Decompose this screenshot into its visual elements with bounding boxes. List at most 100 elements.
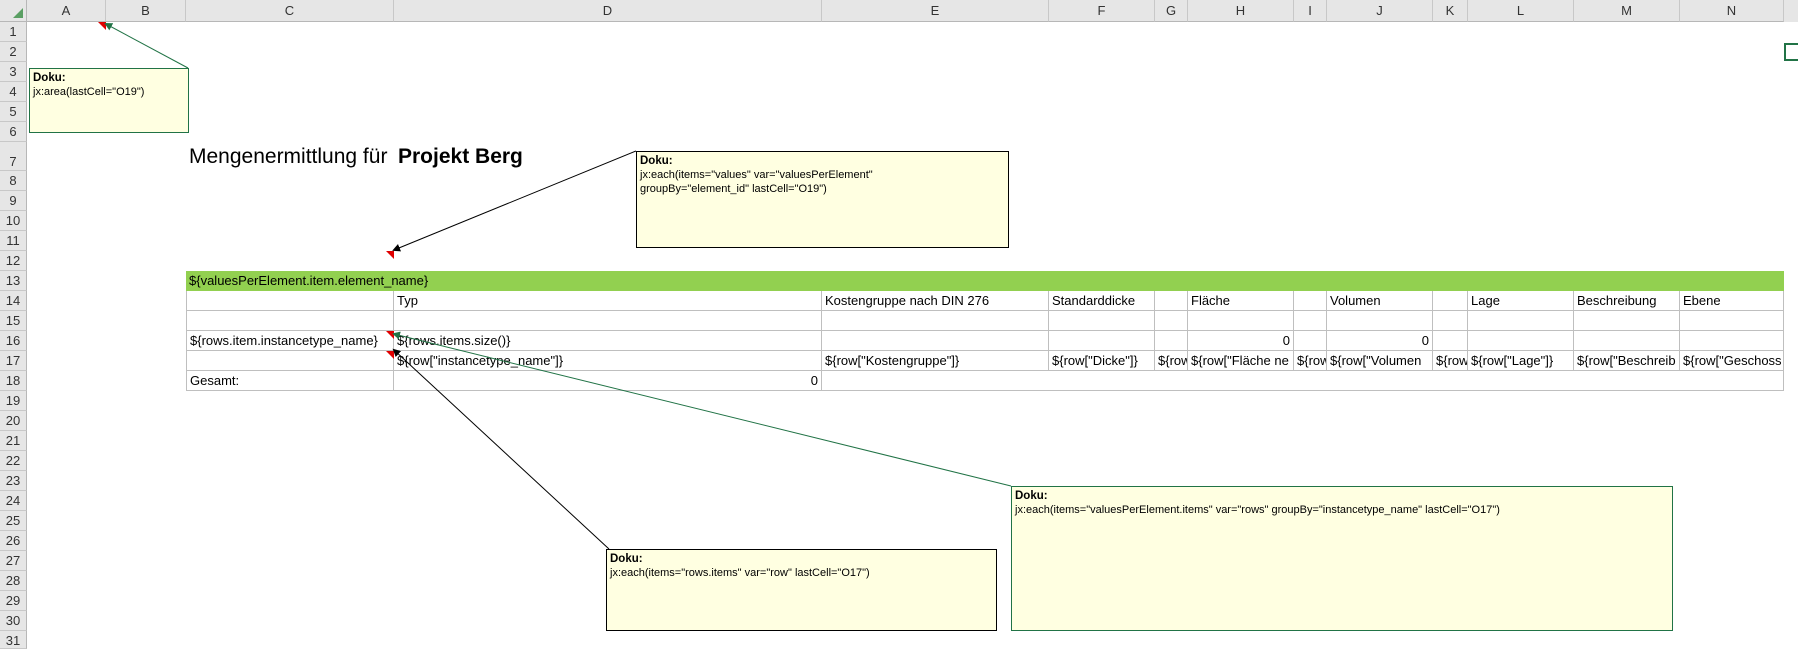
cell-k16[interactable] xyxy=(1433,331,1468,351)
cell-row18-rest[interactable] xyxy=(822,371,1784,391)
cell-g14[interactable] xyxy=(1155,291,1188,311)
column-header-n[interactable]: N xyxy=(1680,0,1784,22)
cell-i16[interactable] xyxy=(1294,331,1327,351)
row-header-18[interactable]: 18 xyxy=(0,371,27,391)
cell-e16[interactable] xyxy=(822,331,1049,351)
comment-marker-c16[interactable] xyxy=(386,331,394,339)
cell-gesamt-value[interactable]: 0 xyxy=(394,371,822,391)
comment-box-each-values[interactable]: Doku: jx:each(items="values" var="values… xyxy=(636,151,1009,248)
cell-i14[interactable] xyxy=(1294,291,1327,311)
cell-row-dicke[interactable]: ${row["Dicke"]} xyxy=(1049,351,1155,371)
cell-d15[interactable] xyxy=(394,311,822,331)
comment-marker-c12[interactable] xyxy=(386,251,394,259)
comment-box-each-per-element[interactable]: Doku: jx:each(items="valuesPerElement.it… xyxy=(1011,486,1673,631)
cell-g15[interactable] xyxy=(1155,311,1188,331)
column-header-l[interactable]: L xyxy=(1468,0,1574,22)
cell-h15[interactable] xyxy=(1188,311,1294,331)
comment-marker-a1[interactable] xyxy=(98,22,106,30)
row-header-23[interactable]: 23 xyxy=(0,471,27,491)
column-header-a[interactable]: A xyxy=(27,0,106,22)
row-header-25[interactable]: 25 xyxy=(0,511,27,531)
cell-row-volumen[interactable]: ${row["Volumen xyxy=(1327,351,1433,371)
comment-box-each-rows-items[interactable]: Doku: jx:each(items="rows.items" var="ro… xyxy=(606,549,997,631)
row-header-22[interactable]: 22 xyxy=(0,451,27,471)
row-header-17[interactable]: 17 xyxy=(0,351,27,371)
column-header-b[interactable]: B xyxy=(106,0,186,22)
cell-e15[interactable] xyxy=(822,311,1049,331)
comment-box-area[interactable]: Doku: jx:area(lastCell="O19") xyxy=(29,68,189,133)
cell-g16[interactable] xyxy=(1155,331,1188,351)
select-all-corner[interactable] xyxy=(0,0,27,22)
column-header-j[interactable]: J xyxy=(1327,0,1433,22)
cell-c15[interactable] xyxy=(186,311,394,331)
column-header-c[interactable]: C xyxy=(186,0,394,22)
heading-project-name[interactable]: Projekt Berg xyxy=(398,144,523,170)
row-header-20[interactable]: 20 xyxy=(0,411,27,431)
cell-row-beschreibung[interactable]: ${row["Beschreib xyxy=(1574,351,1680,371)
cell-m16[interactable] xyxy=(1574,331,1680,351)
header-volumen[interactable]: Volumen xyxy=(1327,291,1433,311)
row-header-14[interactable]: 14 xyxy=(0,291,27,311)
cell-row-kostengruppe[interactable]: ${row["Kostengruppe"]} xyxy=(822,351,1049,371)
row-header-6[interactable]: 6 xyxy=(0,122,27,142)
cell-f16[interactable] xyxy=(1049,331,1155,351)
row-header-29[interactable]: 29 xyxy=(0,591,27,611)
cell-row-g[interactable]: ${row xyxy=(1155,351,1188,371)
column-header-k[interactable]: K xyxy=(1433,0,1468,22)
row-header-16[interactable]: 16 xyxy=(0,331,27,351)
cell-f15[interactable] xyxy=(1049,311,1155,331)
cell-i15[interactable] xyxy=(1294,311,1327,331)
header-flaeche[interactable]: Fläche xyxy=(1188,291,1294,311)
cell-row-geschoss[interactable]: ${row["Geschoss ID xyxy=(1680,351,1784,371)
cell-row-lage[interactable]: ${row["Lage"]} xyxy=(1468,351,1574,371)
row-header-12[interactable]: 12 xyxy=(0,251,27,271)
header-lage[interactable]: Lage xyxy=(1468,291,1574,311)
cell-k14[interactable] xyxy=(1433,291,1468,311)
comment-marker-c17[interactable] xyxy=(386,351,394,359)
row-header-9[interactable]: 9 xyxy=(0,191,27,211)
header-standarddicke[interactable]: Standarddicke xyxy=(1049,291,1155,311)
row-header-3[interactable]: 3 xyxy=(0,62,27,82)
row-header-21[interactable]: 21 xyxy=(0,431,27,451)
cell-row-i[interactable]: ${row xyxy=(1294,351,1327,371)
column-header-h[interactable]: H xyxy=(1188,0,1294,22)
column-header-m[interactable]: M xyxy=(1574,0,1680,22)
cell-n16[interactable] xyxy=(1680,331,1784,351)
cell-l15[interactable] xyxy=(1468,311,1574,331)
cell-k15[interactable] xyxy=(1433,311,1468,331)
cell-row-k[interactable]: ${row xyxy=(1433,351,1468,371)
cell-items-size[interactable]: ${rows.items.size()} xyxy=(394,331,822,351)
header-typ[interactable]: Typ xyxy=(394,291,822,311)
cell-instancetype-group[interactable]: ${rows.item.instancetype_name} xyxy=(186,331,394,351)
row-header-10[interactable]: 10 xyxy=(0,211,27,231)
row-header-5[interactable]: 5 xyxy=(0,102,27,122)
row-header-15[interactable]: 15 xyxy=(0,311,27,331)
row-header-13[interactable]: 13 xyxy=(0,271,27,291)
cell-l16[interactable] xyxy=(1468,331,1574,351)
cell-gesamt-label[interactable]: Gesamt: xyxy=(186,371,394,391)
row-header-27[interactable]: 27 xyxy=(0,551,27,571)
row-header-2[interactable]: 2 xyxy=(0,42,27,62)
cell-row-instancetype[interactable]: ${row["instancetype_name"]} xyxy=(394,351,822,371)
row-header-31[interactable]: 31 xyxy=(0,631,27,649)
row-header-8[interactable]: 8 xyxy=(0,171,27,191)
cell-c14[interactable] xyxy=(186,291,394,311)
column-header-g[interactable]: G xyxy=(1155,0,1188,22)
column-header-d[interactable]: D xyxy=(394,0,822,22)
offscreen-selection-indicator[interactable] xyxy=(1784,43,1798,61)
header-ebene[interactable]: Ebene xyxy=(1680,291,1784,311)
row-header-11[interactable]: 11 xyxy=(0,231,27,251)
row-header-1[interactable]: 1 xyxy=(0,22,27,42)
row-header-19[interactable]: 19 xyxy=(0,391,27,411)
row-header-26[interactable]: 26 xyxy=(0,531,27,551)
cell-row-flaeche[interactable]: ${row["Fläche ne xyxy=(1188,351,1294,371)
column-header-f[interactable]: F xyxy=(1049,0,1155,22)
row-header-28[interactable]: 28 xyxy=(0,571,27,591)
spreadsheet[interactable]: A B C D E F G H I J K L M N 1 2 3 4 5 6 … xyxy=(0,0,1798,649)
group-element-name-cell[interactable]: ${valuesPerElement.item.element_name} xyxy=(186,271,1784,291)
row-header-7[interactable]: 7 xyxy=(0,142,27,171)
column-header-i[interactable]: I xyxy=(1294,0,1327,22)
cell-flaeche-sum[interactable]: 0 xyxy=(1188,331,1294,351)
header-beschreibung[interactable]: Beschreibung xyxy=(1574,291,1680,311)
row-header-24[interactable]: 24 xyxy=(0,491,27,511)
